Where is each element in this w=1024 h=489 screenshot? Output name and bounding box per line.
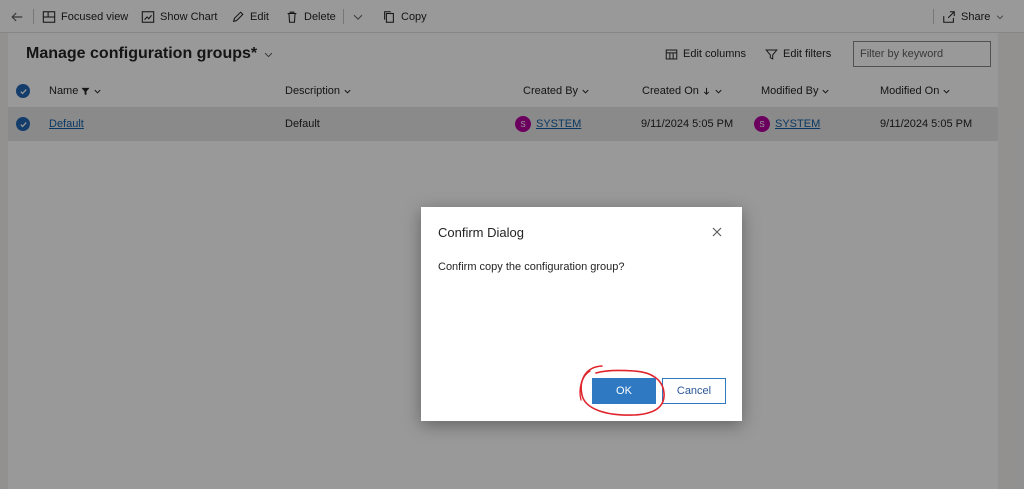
cancel-button[interactable]: Cancel [662,378,726,404]
confirm-dialog: Confirm Dialog Confirm copy the configur… [421,207,742,421]
close-icon [712,227,722,237]
dialog-message: Confirm copy the configuration group? [438,261,625,273]
dialog-title: Confirm Dialog [438,225,524,240]
ok-button[interactable]: OK [592,378,656,404]
close-button[interactable] [709,224,725,240]
